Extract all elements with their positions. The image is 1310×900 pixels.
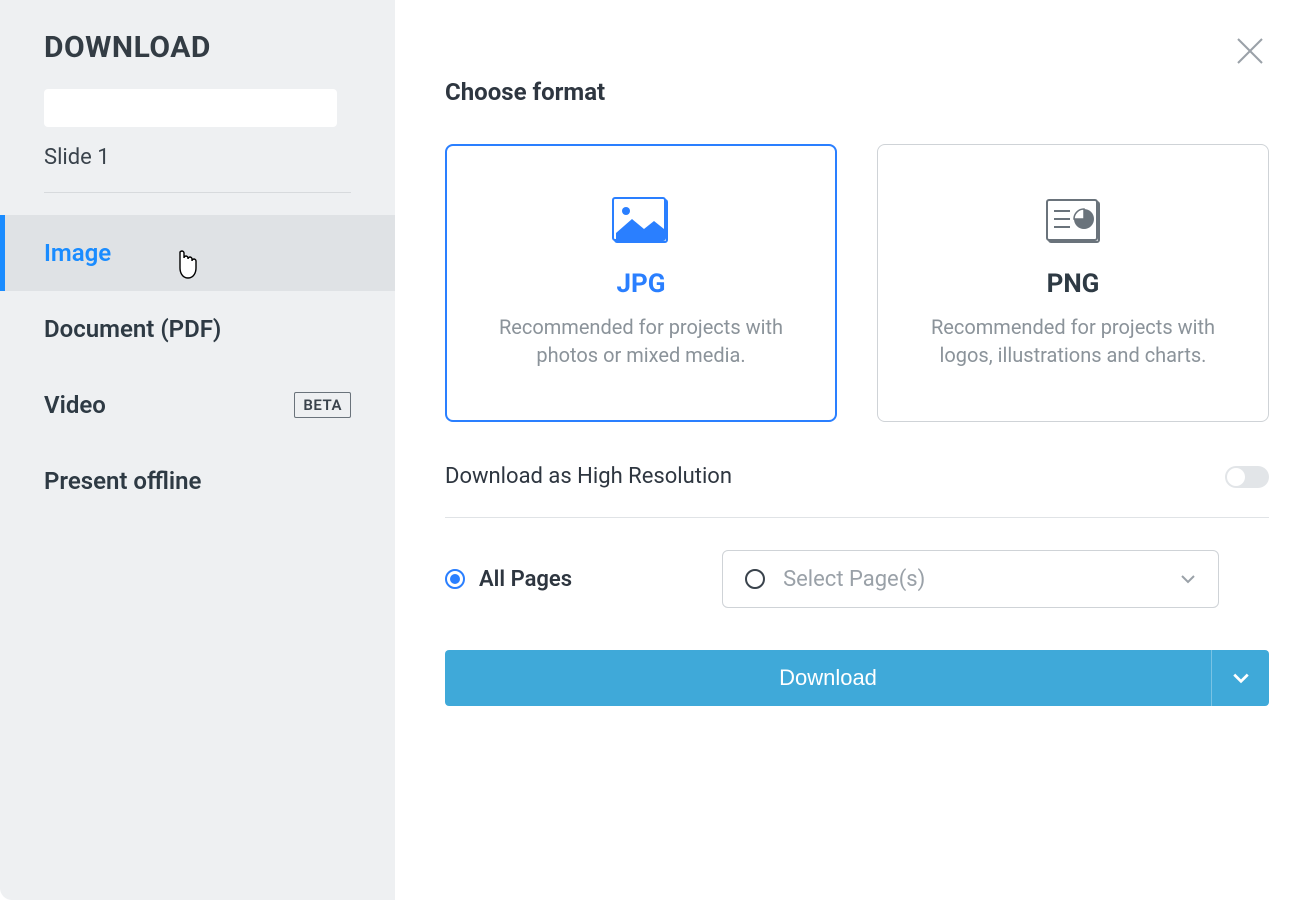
sidebar-item-document-pdf[interactable]: Document (PDF) (0, 291, 395, 367)
sidebar: DOWNLOAD Slide 1 Image Document (PDF) Vi… (0, 0, 395, 900)
chevron-down-icon (1232, 669, 1250, 687)
format-card-png[interactable]: PNG Recommended for projects with logos,… (877, 144, 1269, 422)
document-chart-icon (1044, 197, 1102, 245)
beta-badge: BETA (294, 392, 351, 418)
choose-format-heading: Choose format (445, 78, 1269, 106)
slide-thumbnail-wrap (0, 89, 395, 145)
sidebar-item-image[interactable]: Image (0, 215, 395, 291)
high-resolution-label: Download as High Resolution (445, 464, 732, 489)
main-panel: Choose format JPG Recommended for projec… (395, 0, 1310, 900)
format-desc: Recommended for projects with photos or … (475, 313, 807, 369)
format-options: JPG Recommended for projects with photos… (445, 144, 1269, 422)
radio-icon (745, 569, 765, 589)
download-button[interactable]: Download (445, 650, 1211, 706)
download-split-button[interactable] (1211, 650, 1269, 706)
divider (44, 192, 351, 193)
chevron-down-icon (1180, 571, 1196, 587)
all-pages-radio[interactable]: All Pages (445, 567, 572, 592)
select-pages-dropdown[interactable]: Select Page(s) (722, 550, 1219, 608)
sidebar-item-label: Video (44, 391, 106, 419)
pages-row: All Pages Select Page(s) (445, 550, 1269, 608)
sidebar-item-label: Present offline (44, 467, 201, 495)
format-desc: Recommended for projects with logos, ill… (906, 313, 1240, 369)
radio-icon (445, 569, 465, 589)
format-name: PNG (1047, 269, 1100, 299)
slide-label: Slide 1 (0, 145, 395, 192)
toggle-knob (1227, 468, 1245, 486)
slide-thumbnail[interactable] (44, 89, 337, 127)
sidebar-item-video[interactable]: Video BETA (0, 367, 395, 443)
format-card-jpg[interactable]: JPG Recommended for projects with photos… (445, 144, 837, 422)
image-icon (612, 197, 670, 245)
high-resolution-row: Download as High Resolution (445, 464, 1269, 518)
sidebar-item-present-offline[interactable]: Present offline (0, 443, 395, 519)
format-name: JPG (616, 269, 665, 299)
all-pages-label: All Pages (479, 567, 572, 592)
download-button-group: Download (445, 650, 1269, 706)
close-icon (1234, 35, 1266, 67)
sidebar-title: DOWNLOAD (0, 30, 395, 89)
sidebar-item-label: Image (44, 239, 111, 267)
high-resolution-toggle[interactable] (1225, 466, 1269, 488)
select-pages-placeholder: Select Page(s) (783, 567, 1162, 592)
sidebar-item-label: Document (PDF) (44, 315, 221, 343)
close-button[interactable] (1234, 35, 1266, 67)
